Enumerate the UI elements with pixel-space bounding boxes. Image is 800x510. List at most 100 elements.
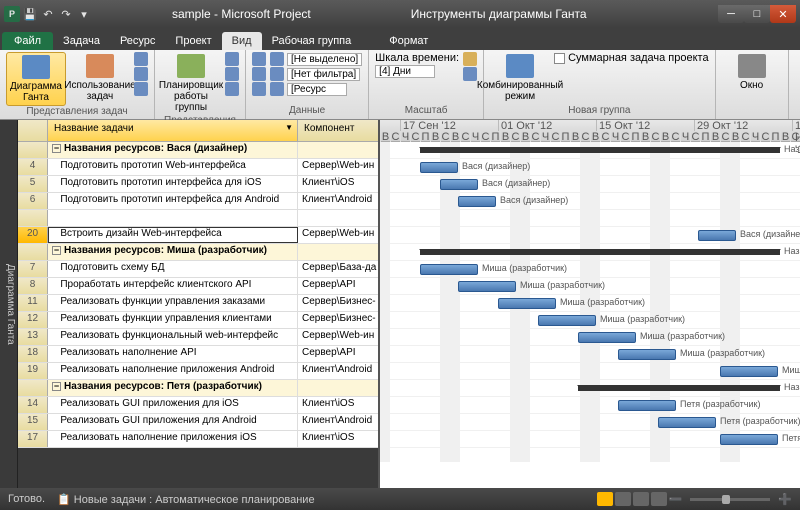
cell-task-name[interactable]: −Названия ресурсов: Петя (разработчик) — [48, 380, 298, 396]
qat-save-icon[interactable]: 💾 — [22, 6, 38, 22]
file-tab[interactable]: Файл — [2, 32, 53, 50]
row-number[interactable]: 15 — [18, 414, 48, 430]
maximize-button[interactable]: □ — [744, 5, 770, 23]
row-number[interactable]: 17 — [18, 431, 48, 447]
cell-task-name[interactable]: −Названия ресурсов: Миша (разработчик) — [48, 244, 298, 260]
zoom-icon-2[interactable] — [463, 67, 477, 81]
task-bar[interactable] — [420, 264, 478, 275]
table-row[interactable] — [18, 210, 378, 227]
cell-component[interactable] — [298, 244, 378, 260]
table-row[interactable]: 8 Проработать интерфейс клиентского APIС… — [18, 278, 378, 295]
cell-component[interactable] — [298, 142, 378, 158]
small-res-icon-3[interactable] — [225, 82, 239, 96]
table-row[interactable]: 20 Встроить дизайн Web-интерфейсаСервер\… — [18, 227, 378, 244]
cell-component[interactable]: Клиент\iOS — [298, 176, 378, 192]
table-row[interactable]: 7 Подготовить схему БДСервер\База-да — [18, 261, 378, 278]
rownum-header[interactable] — [18, 120, 48, 141]
row-number[interactable]: 8 — [18, 278, 48, 294]
close-button[interactable]: ✕ — [770, 5, 796, 23]
row-number[interactable]: 18 — [18, 346, 48, 362]
table-row[interactable]: 17 Реализовать наполнение приложения iOS… — [18, 431, 378, 448]
row-number[interactable]: 12 — [18, 312, 48, 328]
col-task-name[interactable]: Название задачи — [48, 120, 298, 141]
cell-task-name[interactable]: Подготовить прототип интерфейса для Andr… — [48, 193, 298, 209]
sort-icon[interactable] — [252, 52, 266, 66]
summary-bar[interactable] — [420, 249, 780, 255]
cell-component[interactable]: Клиент\Android — [298, 414, 378, 430]
cell-task-name[interactable]: Реализовать наполнение приложения Androi… — [48, 363, 298, 379]
task-bar[interactable] — [458, 281, 516, 292]
view-btn-4[interactable] — [651, 492, 667, 506]
table-row[interactable]: −Названия ресурсов: Вася (дизайнер) — [18, 142, 378, 159]
row-number[interactable]: 13 — [18, 329, 48, 345]
gantt-chart[interactable]: 17 Сен '1201 Окт '1215 Окт '1229 Окт '12… — [380, 120, 800, 488]
tab-task[interactable]: Задача — [53, 32, 110, 50]
zoom-slider[interactable] — [690, 498, 770, 501]
cell-component[interactable]: Сервер\Бизнес- — [298, 312, 378, 328]
task-bar[interactable] — [720, 366, 778, 377]
view-btn-2[interactable] — [615, 492, 631, 506]
project-summary-checkbox[interactable] — [554, 53, 565, 64]
task-usage-button[interactable]: Использование задач — [70, 52, 130, 104]
gantt-chart-button[interactable]: Диаграмма Ганта — [6, 52, 66, 106]
task-bar[interactable] — [458, 196, 496, 207]
task-bar[interactable] — [618, 400, 676, 411]
cell-component[interactable]: Сервер\Бизнес- — [298, 295, 378, 311]
cell-task-name[interactable]: Подготовить прототип Web-интерфейса — [48, 159, 298, 175]
macros-button[interactable]: Макросы — [795, 52, 800, 93]
task-bar[interactable] — [498, 298, 556, 309]
cell-component[interactable]: Сервер\Web-ин — [298, 227, 378, 243]
cell-component[interactable]: Клиент\iOS — [298, 431, 378, 447]
cell-task-name[interactable]: −Названия ресурсов: Вася (дизайнер) — [48, 142, 298, 158]
outline-icon[interactable] — [252, 67, 266, 81]
cell-component[interactable]: Сервер\База-да — [298, 261, 378, 277]
small-res-icon-2[interactable] — [225, 67, 239, 81]
task-bar[interactable] — [440, 179, 478, 190]
team-planner-button[interactable]: Планировщик работы группы — [161, 52, 221, 115]
task-bar[interactable] — [618, 349, 676, 360]
cell-task-name[interactable]: Подготовить прототип интерфейса для iOS — [48, 176, 298, 192]
cell-task-name[interactable]: Встроить дизайн Web-интерфейса — [48, 227, 298, 243]
col-component[interactable]: Компонент — [298, 120, 378, 141]
small-view-icon-2[interactable] — [134, 67, 148, 81]
row-number[interactable]: 7 — [18, 261, 48, 277]
highlight-dropdown[interactable]: [Не выделено] — [287, 53, 362, 66]
qat-dropdown-icon[interactable]: ▾ — [76, 6, 92, 22]
table-row[interactable]: 14 Реализовать GUI приложения для iOSКли… — [18, 397, 378, 414]
tab-project[interactable]: Проект — [165, 32, 221, 50]
cell-component[interactable]: Сервер\Web-ин — [298, 159, 378, 175]
table-row[interactable]: 19 Реализовать наполнение приложения And… — [18, 363, 378, 380]
row-number[interactable] — [18, 142, 48, 158]
task-bar[interactable] — [538, 315, 596, 326]
row-number[interactable]: 6 — [18, 193, 48, 209]
cell-task-name[interactable]: Реализовать наполнение приложения iOS — [48, 431, 298, 447]
table-row[interactable]: 11 Реализовать функции управления заказа… — [18, 295, 378, 312]
cell-task-name[interactable]: Реализовать функции управления клиентами — [48, 312, 298, 328]
cell-task-name[interactable]: Реализовать функции управления заказами — [48, 295, 298, 311]
tables-icon[interactable] — [252, 82, 266, 96]
cell-component[interactable]: Клиент\iOS — [298, 397, 378, 413]
row-number[interactable] — [18, 244, 48, 260]
table-row[interactable]: 5 Подготовить прототип интерфейса для iO… — [18, 176, 378, 193]
cell-component[interactable]: Клиент\Android — [298, 193, 378, 209]
small-view-icon-3[interactable] — [134, 82, 148, 96]
zoom-in-icon[interactable]: ➕ — [778, 493, 792, 506]
row-number[interactable]: 20 — [18, 227, 48, 243]
cell-task-name[interactable]: Проработать интерфейс клиентского API — [48, 278, 298, 294]
small-res-icon-1[interactable] — [225, 52, 239, 66]
cell-task-name[interactable]: Подготовить схему БД — [48, 261, 298, 277]
cell-component[interactable] — [298, 380, 378, 396]
zoom-icon[interactable] — [463, 52, 477, 66]
cell-task-name[interactable]: Реализовать GUI приложения для iOS — [48, 397, 298, 413]
row-number[interactable]: 19 — [18, 363, 48, 379]
table-row[interactable]: 18 Реализовать наполнение APIСервер\API — [18, 346, 378, 363]
task-bar[interactable] — [698, 230, 736, 241]
task-bar[interactable] — [578, 332, 636, 343]
qat-undo-icon[interactable]: ↶ — [40, 6, 56, 22]
cell-component[interactable]: Клиент\Android — [298, 363, 378, 379]
task-bar[interactable] — [420, 162, 458, 173]
gantt-body[interactable]: Названия ресурВася (дизайнер)Вася (дизай… — [380, 142, 800, 448]
view-btn-1[interactable] — [597, 492, 613, 506]
timescale-dropdown[interactable]: [4] Дни — [375, 65, 435, 78]
zoom-out-icon[interactable]: ➖ — [669, 493, 683, 506]
